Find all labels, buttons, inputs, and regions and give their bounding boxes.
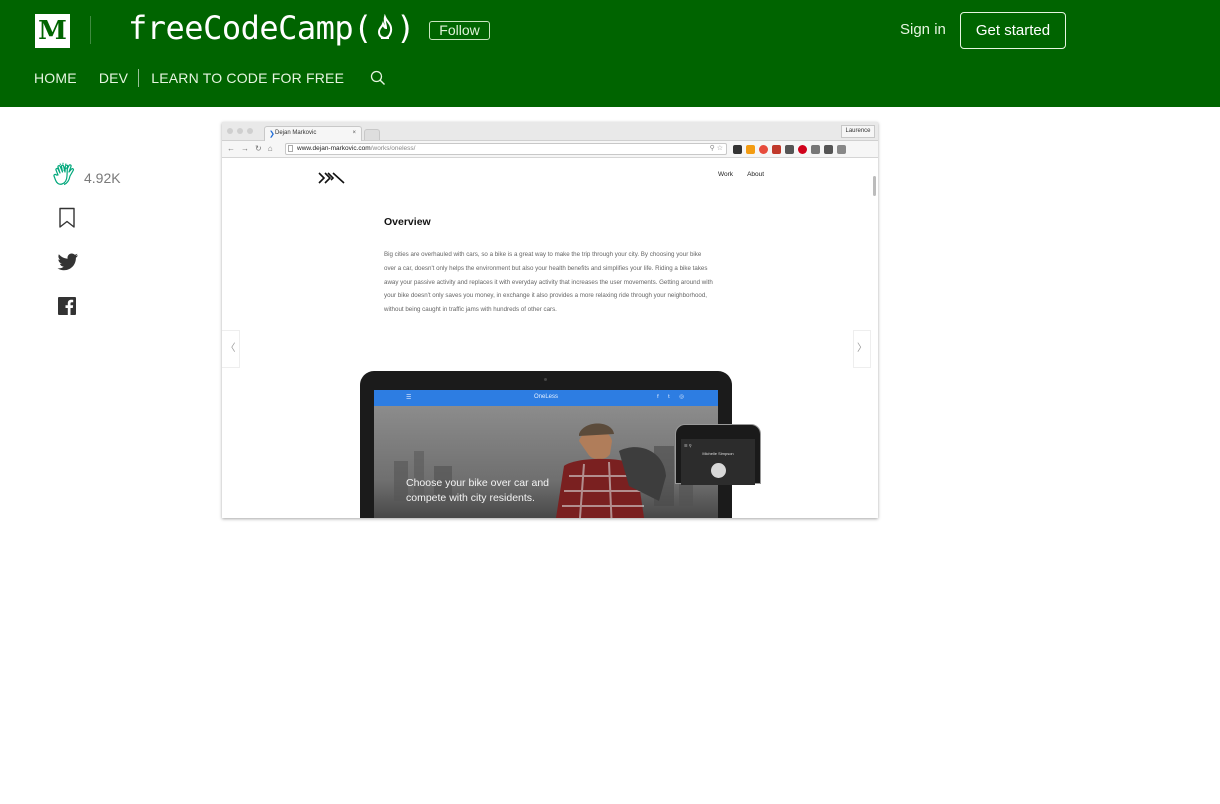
browser-user: Laurence: [841, 125, 875, 138]
publication-name: freeCodeCamp(: [128, 9, 372, 47]
publication-nav: HOME DEV LEARN TO CODE FOR FREE: [34, 69, 386, 87]
facebook-icon[interactable]: [58, 297, 76, 320]
app-tagline-line-1: Choose your bike over car and: [406, 477, 549, 489]
site-nav-work: Work: [718, 171, 734, 178]
forward-icon: →: [241, 144, 249, 153]
prev-arrow-icon: 〈: [222, 330, 240, 368]
browser-toolbar: ← → ↻ ⌂ www.dejan-markovic.com/works/one…: [222, 141, 878, 158]
overview-title: Overview: [384, 216, 431, 228]
tab-title: Dejan Markovic: [275, 130, 317, 136]
header-divider: [90, 16, 91, 44]
laptop-screen: ☰ OneLess f t ◎ Choose your bike over ca…: [374, 390, 718, 518]
app-header: ☰ OneLess f t ◎: [374, 390, 718, 406]
twitter-icon[interactable]: [57, 253, 79, 276]
sign-in-link[interactable]: Sign in: [900, 21, 946, 38]
clap-count: 4.92K: [84, 169, 121, 186]
browser-nav-icons: ← → ↻ ⌂: [227, 144, 273, 153]
site-header: M freeCodeCamp( ) Follow Sign in Get sta…: [0, 0, 1220, 107]
tab-favicon-icon: ❯: [269, 131, 275, 138]
next-arrow-icon: 〉: [853, 330, 871, 368]
search-icon[interactable]: [370, 70, 386, 86]
browser-tab: ❯ Dejan Markovic ×: [264, 126, 362, 141]
url-path: /works/oneless/: [370, 145, 416, 152]
publication-logo[interactable]: freeCodeCamp( ): [128, 8, 415, 48]
publication-name-close: ): [395, 9, 415, 47]
flame-icon: [374, 14, 396, 42]
nav-item-home[interactable]: HOME: [34, 70, 77, 86]
app-tagline-line-2: compete with city residents.: [406, 492, 535, 504]
browser-tab-strip: ❯ Dejan Markovic × Laurence: [222, 122, 878, 141]
phone-screen: ☰ ⚲ Michelle Simpson: [681, 439, 755, 485]
avatar: [711, 463, 726, 478]
page-icon: [288, 145, 293, 152]
phone-profile-name: Michelle Simpson: [702, 451, 734, 456]
nav-item-learn[interactable]: LEARN TO CODE FOR FREE: [151, 70, 344, 86]
get-started-button[interactable]: Get started: [960, 12, 1066, 49]
scrollbar: [873, 176, 876, 196]
clap-button[interactable]: 4.92K: [52, 162, 121, 193]
app-social-icons: f t ◎: [657, 394, 688, 400]
phone-status-icons: ☰ ⚲: [684, 443, 692, 448]
follow-button[interactable]: Follow: [429, 21, 490, 40]
website-content: Work About Overview Big cities are overh…: [222, 158, 878, 518]
tab-close-icon: ×: [352, 130, 356, 136]
reload-icon: ↻: [255, 144, 262, 153]
site-nav: Work About: [718, 171, 764, 178]
medium-logo[interactable]: M: [35, 14, 70, 48]
url-host: www.dejan-markovic.com: [297, 145, 371, 152]
bookmark-icon[interactable]: [58, 207, 76, 234]
laptop-camera: [544, 378, 547, 381]
app-tagline: Choose your bike over car and compete wi…: [406, 476, 549, 506]
new-tab-icon: [364, 129, 380, 140]
home-icon: ⌂: [267, 144, 273, 153]
back-icon: ←: [227, 144, 235, 153]
zoom-star-icons: ⚲ ☆: [709, 145, 723, 152]
phone-mockup: ☰ ⚲ Michelle Simpson: [675, 424, 761, 485]
clap-icon: [52, 162, 77, 193]
nav-divider: [138, 69, 140, 87]
address-bar: www.dejan-markovic.com/works/oneless/ ⚲ …: [285, 143, 727, 155]
window-controls: [227, 128, 253, 134]
site-nav-about: About: [747, 171, 765, 178]
extension-icons: [733, 145, 846, 154]
overview-body: Big cities are overhauled with cars, so …: [384, 251, 713, 314]
site-logo: [318, 171, 346, 189]
article-image[interactable]: ❯ Dejan Markovic × Laurence ← → ↻ ⌂ www.…: [222, 122, 878, 518]
nav-item-dev[interactable]: DEV: [99, 70, 128, 86]
